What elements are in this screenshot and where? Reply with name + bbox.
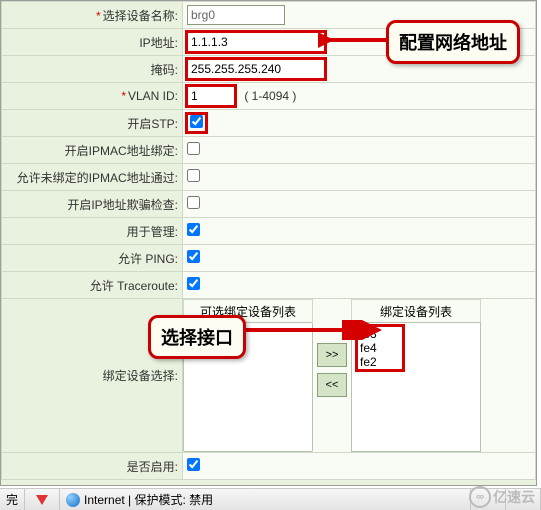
allow-ping-label: 允许 PING: — [118, 252, 178, 266]
watermark: ∞亿速云 — [469, 486, 535, 508]
bind-select-label: 绑定设备选择: — [103, 369, 178, 383]
ipmac-pass-checkbox[interactable] — [187, 169, 200, 182]
stp-label: 开启STP: — [127, 117, 178, 131]
stp-checkbox[interactable] — [190, 115, 203, 128]
device-name-input[interactable] — [187, 5, 285, 25]
list-item[interactable]: fe3 — [360, 327, 400, 341]
required-marker: * — [121, 89, 126, 103]
globe-icon — [66, 493, 80, 507]
required-marker: * — [96, 9, 101, 23]
ipmac-bind-label: 开启IPMAC地址绑定: — [65, 144, 178, 158]
mask-label: 掩码: — [151, 63, 178, 77]
device-name-label: 选择设备名称: — [103, 9, 178, 23]
ip-spoof-checkbox[interactable] — [187, 196, 200, 209]
enabled-checkbox[interactable] — [187, 458, 200, 471]
allow-ping-checkbox[interactable] — [187, 250, 200, 263]
add-button[interactable]: >> — [317, 343, 347, 367]
ipmac-bind-checkbox[interactable] — [187, 142, 200, 155]
mask-input[interactable] — [187, 59, 325, 79]
config-form: *选择设备名称: IP地址: 掩码: *VLAN ID: ( 1-4094 ) … — [0, 0, 537, 486]
callout-pick-if: 选择接口 — [148, 315, 246, 359]
enabled-label: 是否启用: — [127, 460, 178, 474]
ip-spoof-label: 开启IP地址欺骗检查: — [67, 198, 178, 212]
shield-icon — [36, 495, 48, 505]
vlan-input[interactable] — [187, 86, 235, 106]
for-manage-checkbox[interactable] — [187, 223, 200, 236]
status-bar: 完 Internet | 保护模式: 禁用 — [0, 488, 541, 510]
ip-input[interactable] — [187, 32, 325, 52]
allow-trace-label: 允许 Traceroute: — [90, 279, 178, 293]
ip-label: IP地址: — [139, 36, 178, 50]
bound-list-title: 绑定设备列表 — [351, 299, 481, 322]
vlan-label: VLAN ID: — [128, 89, 178, 103]
list-item[interactable]: fe2 — [360, 355, 400, 369]
vlan-hint: ( 1-4094 ) — [244, 89, 296, 103]
callout-net-addr: 配置网络地址 — [386, 20, 520, 64]
for-manage-label: 用于管理: — [127, 225, 178, 239]
bound-list-highlight: fe3 fe4 fe2 — [356, 325, 404, 371]
list-item[interactable]: fe4 — [360, 341, 400, 355]
remove-button[interactable]: << — [317, 373, 347, 397]
allow-trace-checkbox[interactable] — [187, 277, 200, 290]
status-done: 完 — [0, 489, 25, 510]
ipmac-pass-label: 允许未绑定的IPMAC地址通过: — [17, 171, 178, 185]
bound-list[interactable]: fe3 fe4 fe2 — [351, 322, 481, 452]
status-zone: Internet | 保护模式: 禁用 — [84, 491, 213, 508]
